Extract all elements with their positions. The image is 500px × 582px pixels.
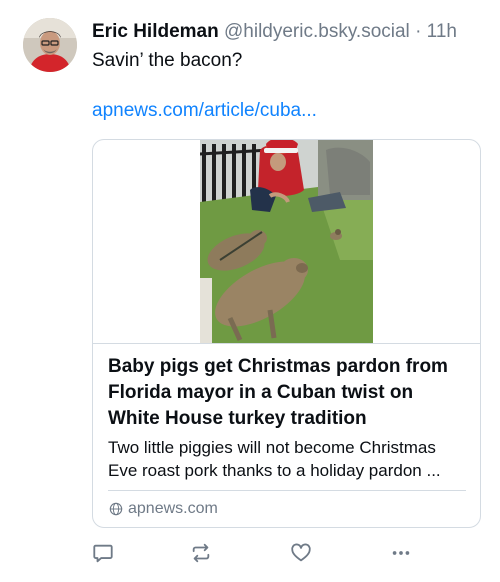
speech-bubble-icon bbox=[93, 544, 113, 563]
card-description: Two little piggies will not become Chris… bbox=[108, 436, 470, 482]
card-thumbnail bbox=[200, 140, 373, 343]
card-title-line: White House turkey tradition bbox=[108, 408, 367, 429]
post-text: Savin’ the bacon? bbox=[92, 50, 243, 71]
avatar-photo bbox=[23, 18, 77, 72]
card-divider bbox=[93, 343, 480, 344]
ellipsis-icon bbox=[392, 551, 410, 555]
card-title[interactable]: Baby pigs get Christmas pardon from Flor… bbox=[108, 354, 470, 432]
post-header: Eric Hildeman @hildyeric.bsky.social · 1… bbox=[92, 20, 457, 44]
pigs-photo bbox=[200, 140, 373, 343]
author-avatar[interactable] bbox=[23, 18, 77, 72]
more-options-button[interactable] bbox=[388, 540, 414, 566]
card-description-line: Two little piggies will not become Chris… bbox=[108, 438, 436, 457]
globe-icon bbox=[109, 502, 123, 516]
repost-button[interactable] bbox=[188, 540, 214, 566]
card-title-line: Florida mayor in a Cuban twist on bbox=[108, 382, 414, 403]
header-separator: · bbox=[415, 21, 422, 42]
card-domain-text: apnews.com bbox=[128, 500, 218, 517]
card-description-line: Eve roast pork thanks to a holiday pardo… bbox=[108, 461, 441, 480]
repost-arrows-icon bbox=[192, 543, 210, 563]
link-preview-card[interactable]: Baby pigs get Christmas pardon from Flor… bbox=[92, 139, 481, 528]
author-display-name[interactable]: Eric Hildeman bbox=[92, 21, 219, 42]
reply-button[interactable] bbox=[90, 540, 116, 566]
post-actions bbox=[0, 540, 500, 566]
card-separator bbox=[108, 490, 466, 491]
post-link[interactable]: apnews.com/article/cuba... bbox=[92, 99, 317, 123]
post-timestamp[interactable]: 11h bbox=[427, 21, 457, 42]
heart-icon bbox=[291, 543, 311, 562]
feed-post[interactable]: Eric Hildeman @hildyeric.bsky.social · 1… bbox=[0, 0, 500, 582]
card-domain: apnews.com bbox=[109, 498, 218, 520]
author-handle[interactable]: @hildyeric.bsky.social bbox=[224, 21, 410, 42]
card-title-line: Baby pigs get Christmas pardon from bbox=[108, 356, 448, 377]
like-button[interactable] bbox=[288, 540, 314, 566]
